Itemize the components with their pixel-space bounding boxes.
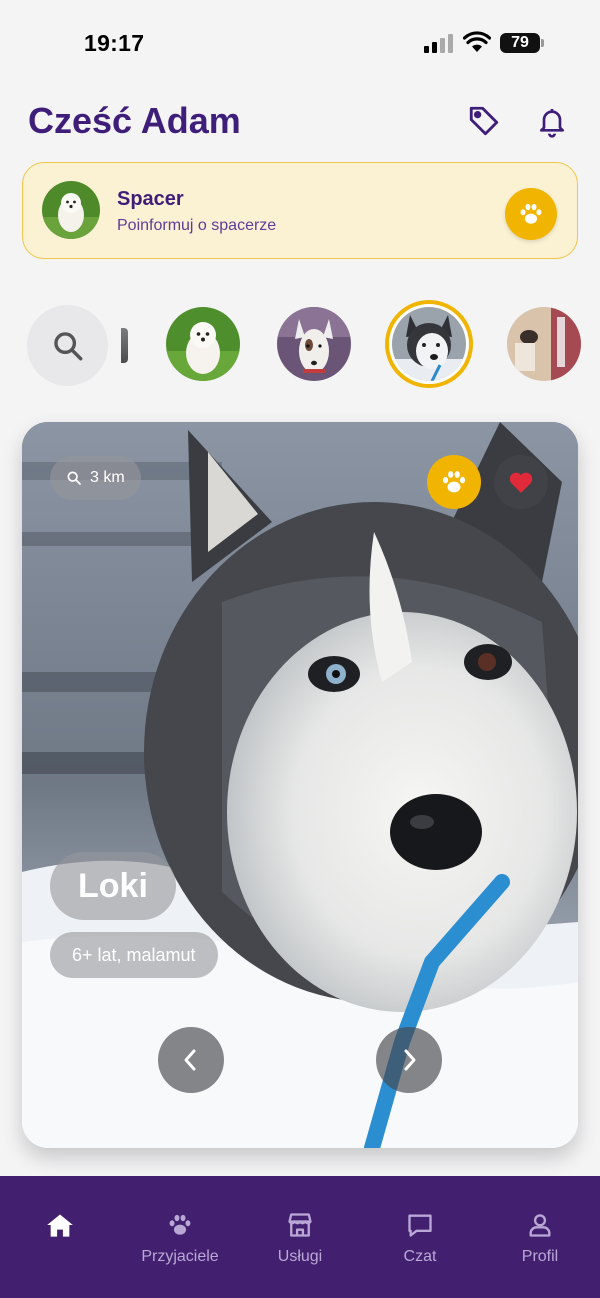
story-avatar-maltese[interactable]: [166, 307, 240, 381]
notifications-button[interactable]: [532, 101, 572, 141]
heart-icon: [509, 472, 533, 493]
pet-card[interactable]: 3 km Loki 6+ lat, malamut: [22, 422, 578, 1148]
next-button[interactable]: [376, 1027, 442, 1093]
battery-indicator: 79: [500, 33, 540, 53]
nav-item-profile[interactable]: Profil: [480, 1210, 600, 1266]
paw-button[interactable]: [427, 455, 481, 509]
tag-button[interactable]: [464, 101, 504, 141]
story-avatar-dog-4[interactable]: [507, 307, 581, 381]
nav-item-chat[interactable]: Czat: [360, 1210, 480, 1266]
paw-icon: [165, 1210, 195, 1240]
signal-icon: [424, 33, 453, 53]
search-button[interactable]: [27, 305, 108, 386]
chat-icon: [405, 1210, 435, 1240]
favorite-button[interactable]: [494, 455, 548, 509]
walk-title: Spacer: [117, 188, 184, 210]
wifi-icon: [463, 31, 491, 52]
story-avatar-husky-active[interactable]: [385, 300, 473, 388]
paw-icon: [442, 471, 466, 493]
paw-icon: [520, 203, 542, 224]
status-bar: 19:17 79: [0, 0, 600, 88]
battery-tip: [541, 39, 544, 47]
search-icon: [53, 331, 82, 360]
bell-icon: [540, 109, 564, 138]
chevron-left-icon: [184, 1049, 196, 1071]
bottom-nav: Przyjaciele Usługi Czat Profil: [0, 1176, 600, 1298]
person-icon: [525, 1210, 555, 1240]
tag-icon: [469, 106, 499, 136]
story-avatar-partial[interactable]: [121, 328, 128, 363]
walk-banner[interactable]: Spacer Poinformuj o spacerze: [22, 162, 578, 259]
distance-chip: 3 km: [50, 456, 141, 500]
status-time: 19:17: [84, 30, 145, 56]
nav-label-services: Usługi: [277, 1248, 323, 1265]
pet-name: Loki: [50, 852, 176, 920]
pet-photo: [22, 422, 578, 1148]
chevron-right-icon: [404, 1049, 416, 1071]
home-icon: [45, 1210, 75, 1240]
walk-subtitle: Poinformuj o spacerze: [117, 217, 277, 234]
nav-item-services[interactable]: Usługi: [240, 1210, 360, 1266]
pet-info: 6+ lat, malamut: [50, 932, 218, 978]
distance-label: 3 km: [90, 469, 125, 486]
story-avatar-bull-terrier[interactable]: [277, 307, 351, 381]
walk-paw-button[interactable]: [505, 188, 557, 240]
page-title: Cześć Adam: [28, 100, 241, 141]
search-icon: [67, 471, 81, 485]
walk-dog-avatar: [42, 181, 100, 239]
store-icon: [285, 1210, 315, 1240]
nav-label-profile: Profil: [521, 1248, 559, 1265]
nav-item-home[interactable]: [0, 1210, 120, 1240]
nav-label-friends: Przyjaciele: [141, 1248, 219, 1265]
previous-button[interactable]: [158, 1027, 224, 1093]
nav-item-friends[interactable]: Przyjaciele: [120, 1210, 240, 1266]
nav-label-chat: Czat: [403, 1248, 437, 1265]
